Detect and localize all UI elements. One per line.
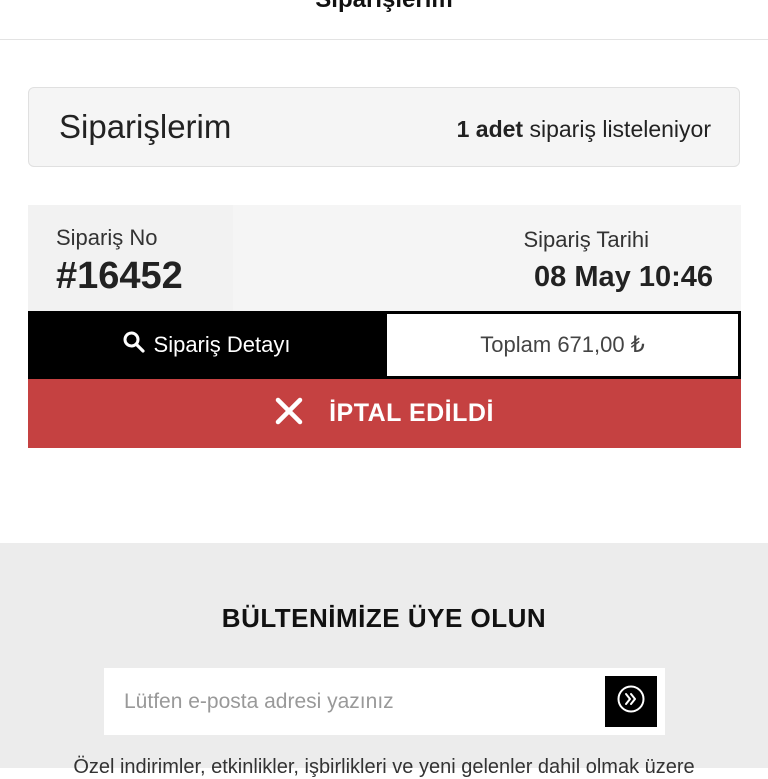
order-total: Toplam 671,00 ₺ — [384, 311, 741, 379]
order-number-value: #16452 — [56, 255, 183, 297]
orders-count-text: 1 adet sipariş listeleniyor — [457, 116, 711, 143]
order-number-label: Sipariş No — [56, 225, 158, 250]
orders-count: 1 — [456, 116, 470, 142]
top-bar: Siparişlerim — [0, 0, 768, 40]
order-date-label: Sipariş Tarihi — [523, 227, 649, 252]
order-detail-button[interactable]: Sipariş Detayı — [28, 311, 384, 379]
newsletter-submit-button[interactable] — [605, 676, 657, 727]
orders-count-unit: adet — [475, 116, 524, 142]
orders-title: Siparişlerim — [59, 108, 232, 145]
order-total-text: Toplam 671,00 ₺ — [480, 332, 645, 357]
page-header-title: Siparişlerim — [0, 0, 768, 14]
newsletter-title: BÜLTENİMİZE ÜYE OLUN — [221, 603, 547, 633]
double-chevron-right-icon — [616, 684, 646, 719]
newsletter-email-input[interactable] — [104, 668, 594, 735]
search-icon — [122, 330, 146, 360]
close-icon — [275, 397, 303, 430]
order-header: Sipariş No #16452 Sipariş Tarihi 08 May … — [28, 205, 741, 311]
order-date-value: 08 May 10:46 — [534, 261, 713, 293]
newsletter-section: BÜLTENİMİZE ÜYE OLUN Özel indirimler, et… — [0, 543, 768, 778]
orders-count-suffix: sipariş listeleniyor — [529, 116, 711, 142]
order-number-box: Sipariş No #16452 — [28, 205, 233, 311]
orders-summary: Siparişlerim 1 adet sipariş listeleniyor — [28, 87, 740, 167]
newsletter-form — [104, 668, 665, 735]
order-status-text: İPTAL EDİLDİ — [329, 399, 494, 427]
order-status-bar: İPTAL EDİLDİ — [28, 379, 741, 448]
order-detail-label: Sipariş Detayı — [153, 332, 291, 357]
order-card: Sipariş No #16452 Sipariş Tarihi 08 May … — [28, 205, 741, 448]
